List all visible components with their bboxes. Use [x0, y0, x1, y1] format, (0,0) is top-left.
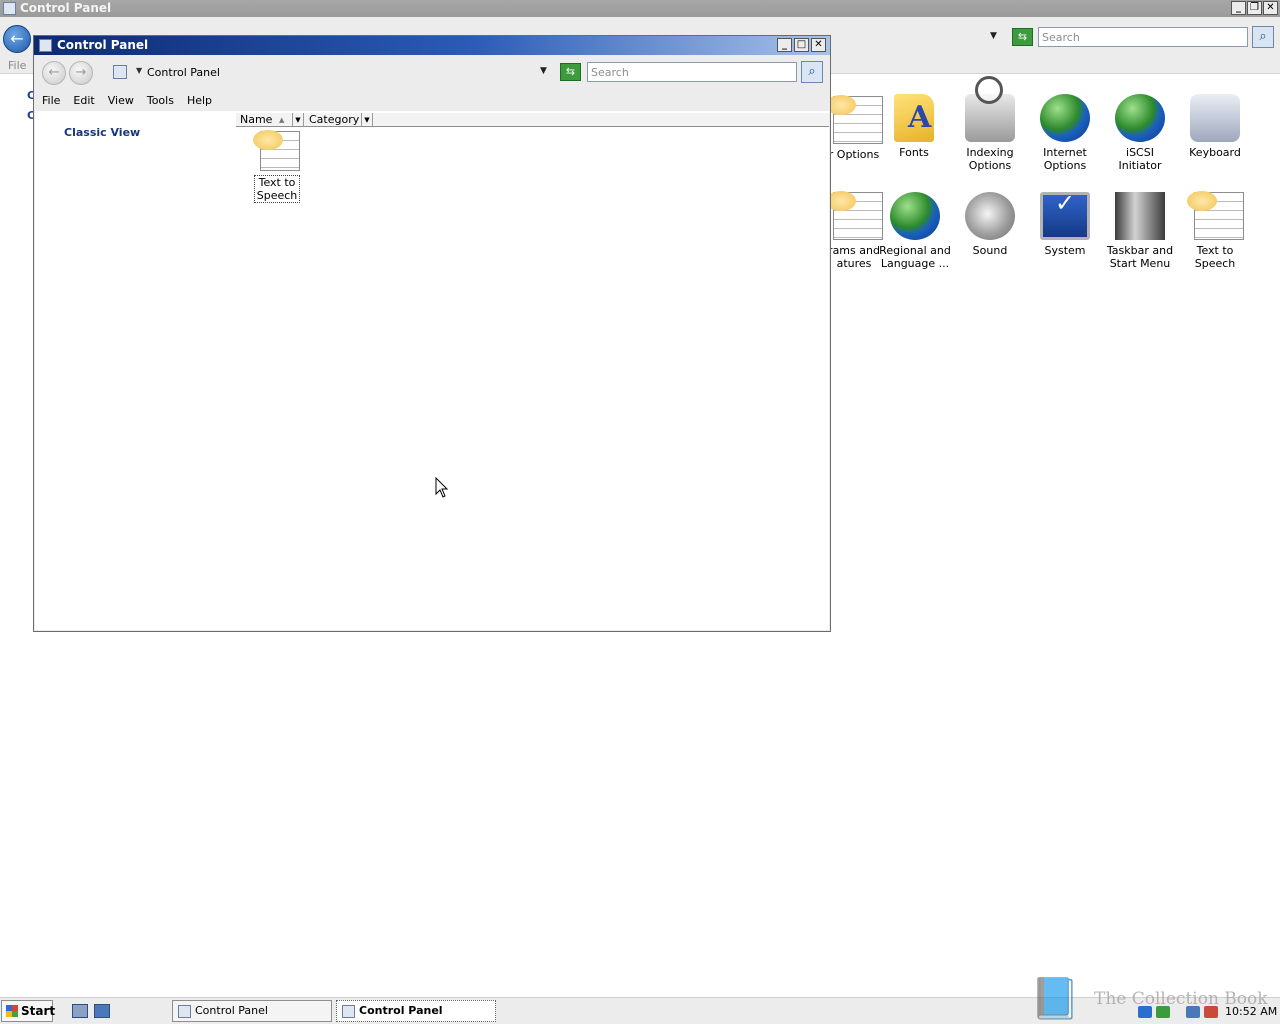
control-panel-window[interactable]: Control Panel _ □ ✕ ← → ▼ Control Panel …: [33, 35, 831, 632]
keyboard-icon: [1190, 94, 1240, 142]
background-window-titlebar[interactable]: Control Panel _ ❐ ✕: [0, 0, 1280, 17]
mouse-pointer-icon: [435, 477, 449, 498]
menu-edit[interactable]: Edit: [73, 91, 94, 111]
control-panel-icon: [113, 65, 127, 79]
system-icon: [1040, 192, 1090, 240]
internet-options-icon: [1040, 94, 1090, 142]
cp-item-text-to-speech[interactable]: Text to Speech: [253, 130, 300, 203]
window-navbar: ← → ▼ Control Panel ▼ ⇆ Search ⌕: [34, 55, 830, 91]
close-button[interactable]: ✕: [811, 38, 826, 52]
search-icon[interactable]: ⌕: [1252, 26, 1274, 48]
menu-file[interactable]: File: [8, 59, 26, 72]
search-input[interactable]: Search: [587, 62, 797, 82]
start-button[interactable]: Start: [1, 1000, 55, 1022]
book-icon: 📘: [1030, 976, 1080, 1022]
sound-icon: [965, 192, 1015, 240]
background-window-title: Control Panel: [20, 1, 112, 15]
control-panel-icon: [342, 1005, 355, 1018]
chevron-down-icon[interactable]: ▼: [990, 31, 997, 41]
cp-item-indexing-options[interactable]: Indexing Options: [954, 76, 1026, 172]
search-icon[interactable]: ⌕: [801, 61, 823, 83]
control-panel-icon: [39, 39, 52, 52]
back-arrow-icon[interactable]: ←: [42, 61, 66, 85]
window-controls: _ □ ✕: [777, 38, 826, 52]
show-desktop-icon[interactable]: [94, 1004, 110, 1018]
windows-flag-icon: [6, 1005, 18, 1017]
background-window-controls: _ ❐ ✕: [1231, 1, 1278, 15]
watermark: 📘 The Collection Book: [1028, 975, 1278, 1024]
menu-help[interactable]: Help: [187, 91, 212, 111]
background-search-input[interactable]: Search: [1038, 27, 1248, 47]
minimize-button[interactable]: _: [777, 38, 792, 52]
text-to-speech-icon: [253, 130, 300, 171]
regional-language-icon: [890, 192, 940, 240]
classic-view-link[interactable]: Classic View: [64, 126, 140, 139]
fonts-folder-icon: [894, 94, 934, 142]
cp-item-regional-language[interactable]: Regional and Language ...: [879, 192, 951, 270]
cp-item-fonts[interactable]: Fonts: [878, 94, 950, 159]
address-bar[interactable]: Control Panel: [147, 66, 220, 79]
taskbar-start-menu-icon: [1115, 192, 1165, 240]
text-to-speech-icon: [1187, 191, 1244, 240]
refresh-icon[interactable]: ⇆: [1012, 28, 1033, 46]
window-title: Control Panel: [57, 38, 149, 52]
maximize-button[interactable]: □: [794, 38, 809, 52]
cp-item-sound[interactable]: Sound: [954, 192, 1026, 257]
breadcrumb-chevron-icon[interactable]: ▼: [136, 66, 142, 75]
column-category-dropdown[interactable]: ▼: [362, 113, 373, 127]
column-name-dropdown[interactable]: ▼: [293, 113, 304, 127]
column-name[interactable]: Name ▲: [236, 113, 293, 127]
minimize-button[interactable]: _: [1231, 1, 1246, 15]
content-area: Classic View Name ▲ ▼ Category ▼ Text to…: [35, 111, 829, 630]
menu-view[interactable]: View: [108, 91, 134, 111]
server-manager-icon[interactable]: [72, 1004, 88, 1018]
folder-options-icon: [826, 95, 883, 144]
iscsi-initiator-icon: [1115, 94, 1165, 142]
menubar: File Edit View Tools Help: [34, 91, 830, 111]
refresh-icon[interactable]: ⇆: [560, 63, 581, 81]
cp-item-internet-options[interactable]: Internet Options: [1029, 94, 1101, 172]
close-button[interactable]: ✕: [1263, 1, 1278, 15]
forward-arrow-icon[interactable]: →: [69, 61, 93, 85]
control-panel-icon: [178, 1005, 191, 1018]
taskbar-button-control-panel[interactable]: Control Panel: [172, 1000, 332, 1022]
restore-button[interactable]: ❐: [1247, 1, 1262, 15]
menu-tools[interactable]: Tools: [147, 91, 174, 111]
taskbar-button-control-panel-active[interactable]: Control Panel: [336, 1000, 496, 1022]
cp-item-system[interactable]: System: [1029, 192, 1101, 257]
back-arrow-icon[interactable]: ←: [3, 25, 31, 53]
indexing-options-icon: [965, 76, 1015, 142]
cp-item-iscsi-initiator[interactable]: iSCSI Initiator: [1104, 94, 1176, 172]
programs-and-features-icon: [826, 191, 883, 240]
control-panel-icon: [3, 2, 16, 15]
cp-item-keyboard[interactable]: Keyboard: [1179, 94, 1251, 159]
chevron-down-icon[interactable]: ▼: [540, 66, 547, 76]
cp-item-taskbar-start-menu[interactable]: Taskbar and Start Menu: [1104, 192, 1176, 270]
item-label: Text to Speech: [254, 175, 300, 203]
cp-item-text-to-speech[interactable]: Text to Speech: [1179, 191, 1251, 270]
column-header: Name ▲ ▼ Category ▼: [236, 113, 829, 127]
watermark-text: The Collection Book: [1094, 989, 1268, 1009]
column-category[interactable]: Category: [305, 113, 362, 127]
sort-ascending-icon: ▲: [279, 116, 285, 124]
menu-file[interactable]: File: [42, 91, 60, 111]
window-titlebar[interactable]: Control Panel _ □ ✕: [34, 36, 830, 55]
